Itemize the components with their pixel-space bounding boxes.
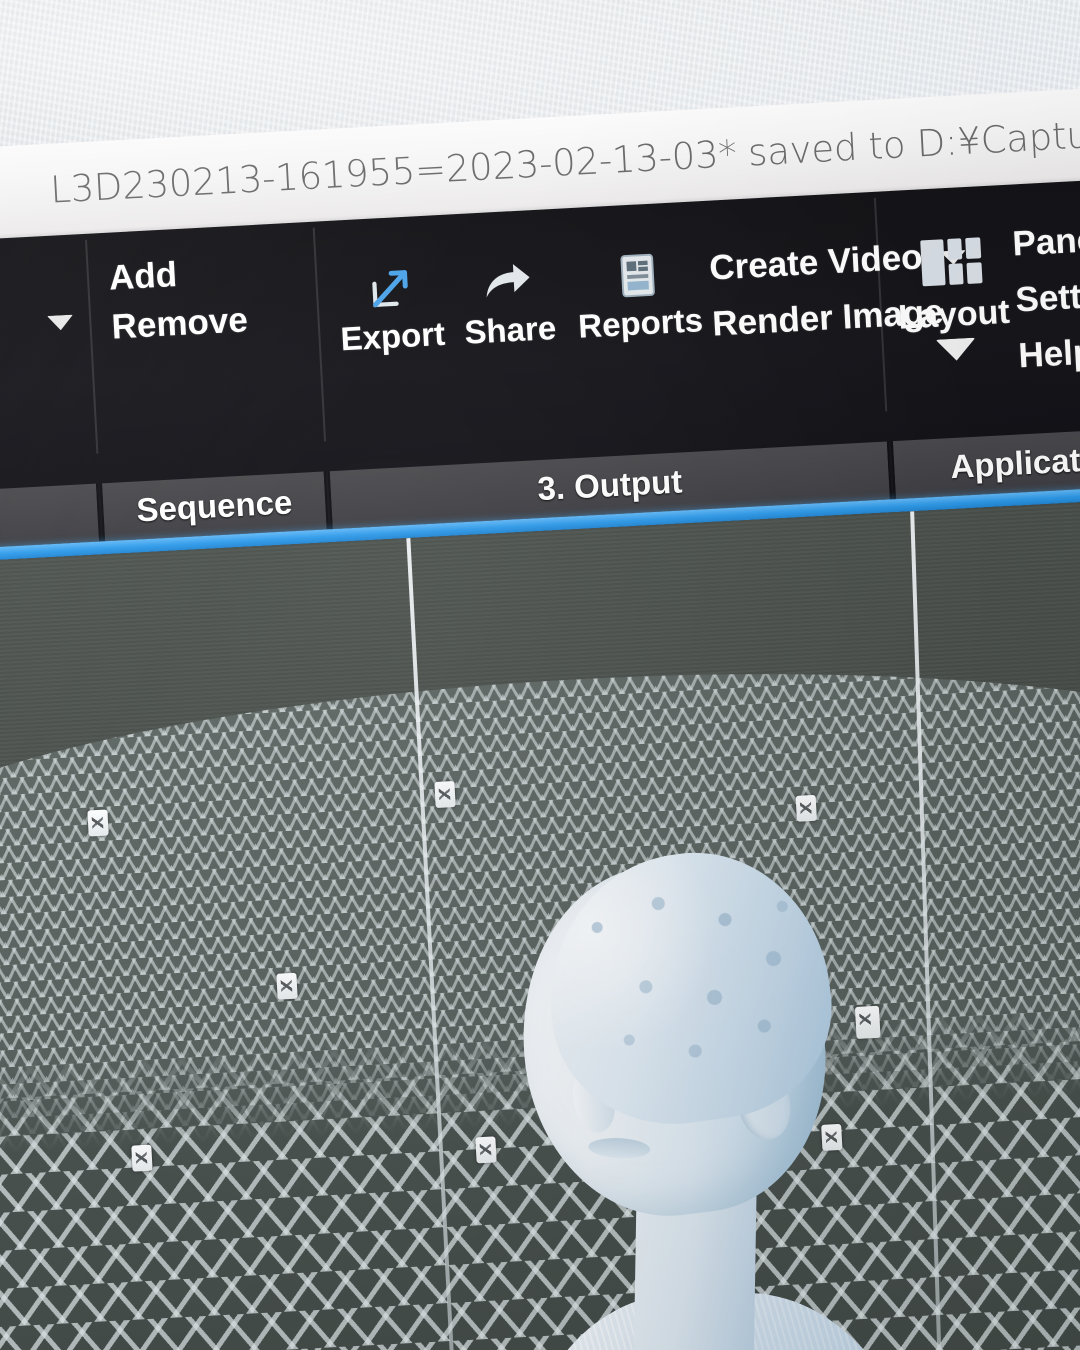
application-links: Panels Settings Help (1011, 217, 1080, 376)
report-document-icon (617, 245, 660, 305)
camera-marker[interactable] (87, 809, 109, 837)
share-arrow-icon (480, 252, 535, 313)
screenshot-root: L3D230213-161955=2023-02-13-03* saved to… (0, 0, 1080, 1350)
3d-viewport[interactable] (0, 496, 1080, 1350)
reports-button-label: Reports (577, 301, 704, 345)
settings-button[interactable]: Settings (1014, 273, 1080, 320)
help-button[interactable]: Help (1017, 329, 1080, 376)
chevron-down-icon[interactable] (935, 337, 977, 362)
layout-button-label: Layout (897, 292, 1011, 337)
ribbon-group-sequence: Add Remove (91, 222, 322, 453)
export-button[interactable]: Export (337, 257, 446, 358)
export-button-label: Export (339, 314, 446, 358)
reports-button[interactable]: Reports (574, 243, 704, 345)
layout-button[interactable]: Layout (894, 233, 1012, 364)
camera-marker[interactable] (434, 780, 456, 809)
camera-marker[interactable] (795, 794, 817, 822)
ribbon-group-output: Export Share Reports Create Video Render… (326, 193, 967, 440)
panels-button[interactable]: Panels (1011, 217, 1080, 264)
group-label-application-text: Application (949, 438, 1080, 486)
monitor-screen: L3D230213-161955=2023-02-13-03* saved to… (0, 84, 1080, 1350)
ribbon-group-application: Layout Panels Settings Help (874, 175, 1080, 411)
camera-marker[interactable] (276, 972, 298, 1000)
group-label-output-text: 3. Output (536, 462, 684, 508)
bust-lips (587, 1136, 651, 1160)
camera-marker[interactable] (131, 1144, 153, 1172)
export-icon (366, 259, 415, 319)
share-button[interactable]: Share (460, 251, 557, 352)
group-label-selection[interactable] (0, 483, 102, 550)
group-label-sequence-text: Sequence (135, 483, 294, 529)
remove-button[interactable]: Remove (111, 300, 249, 346)
share-button-label: Share (463, 308, 558, 351)
chevron-down-icon[interactable] (46, 314, 74, 331)
layout-grid-icon (917, 234, 986, 289)
add-button[interactable]: Add (108, 253, 246, 298)
ribbon-group-selection: ction (0, 234, 86, 461)
scanned-bust-model[interactable] (464, 835, 925, 1350)
